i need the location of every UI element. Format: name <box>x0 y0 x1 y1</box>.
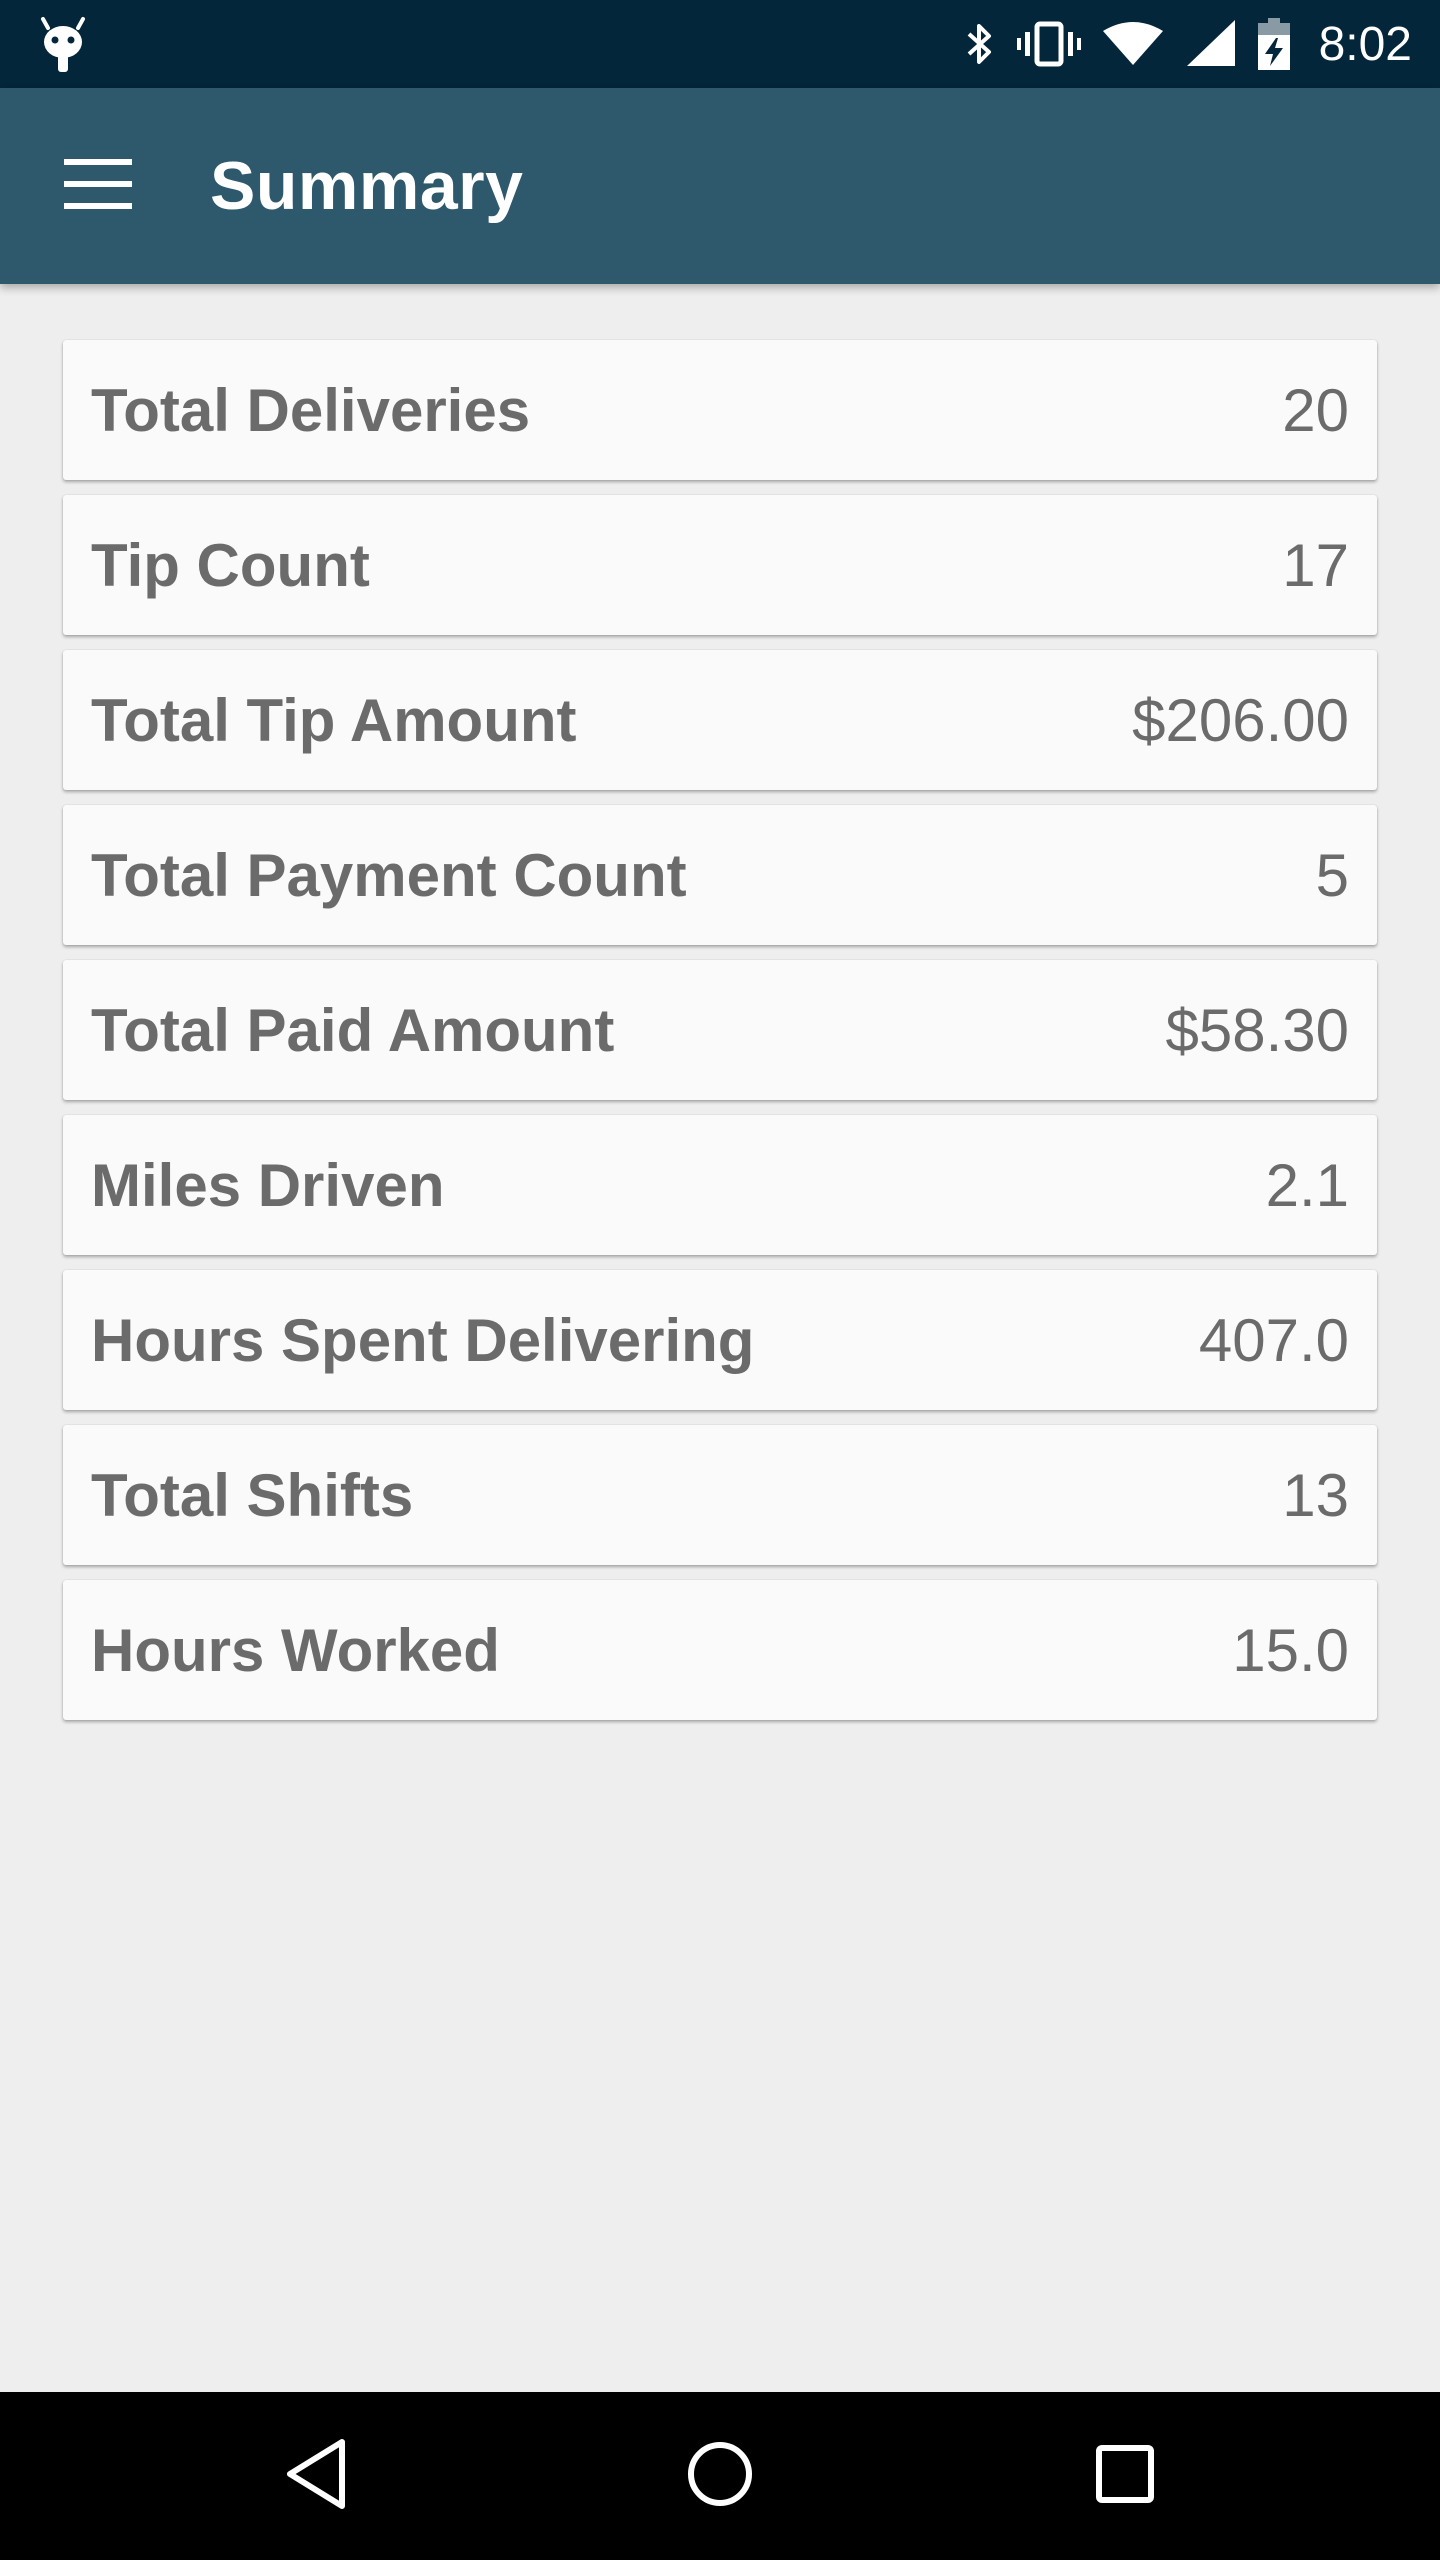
row-value: 407.0 <box>1198 1306 1349 1374</box>
vibrate-icon <box>1016 20 1081 68</box>
row-label: Tip Count <box>91 531 370 599</box>
row-value: $206.00 <box>1132 686 1349 754</box>
menu-button[interactable] <box>50 142 146 230</box>
row-label: Total Shifts <box>91 1461 414 1529</box>
row-value: 5 <box>1315 841 1349 909</box>
row-value: $58.30 <box>1165 996 1349 1064</box>
bluetooth-icon <box>965 20 995 68</box>
row-label: Hours Spent Delivering <box>91 1306 755 1374</box>
cell-signal-icon <box>1185 20 1235 68</box>
row-label: Total Deliveries <box>91 376 531 444</box>
row-value: 2.1 <box>1265 1151 1349 1219</box>
home-button[interactable] <box>620 2392 820 2560</box>
summary-row-total-payment-count[interactable]: Total Payment Count 5 <box>63 805 1377 945</box>
navigation-bar <box>0 2392 1440 2560</box>
row-label: Hours Worked <box>91 1616 500 1684</box>
summary-row-total-deliveries[interactable]: Total Deliveries 20 <box>63 340 1377 480</box>
summary-row-miles-driven[interactable]: Miles Driven 2.1 <box>63 1115 1377 1255</box>
row-value: 20 <box>1282 376 1349 444</box>
row-label: Miles Driven <box>91 1151 445 1219</box>
row-label: Total Paid Amount <box>91 996 615 1064</box>
status-icons: 8:02 <box>965 0 1412 88</box>
row-value: 17 <box>1282 531 1349 599</box>
recents-icon <box>1095 2444 1155 2509</box>
status-time: 8:02 <box>1318 17 1412 71</box>
battery-charging-icon <box>1257 18 1291 70</box>
screen: 8:02 Summary Total Deliveries 20 Tip Cou… <box>0 0 1440 2560</box>
summary-row-hours-worked[interactable]: Hours Worked 15.0 <box>63 1580 1377 1720</box>
row-label: Total Tip Amount <box>91 686 577 754</box>
back-icon <box>284 2438 348 2515</box>
summary-row-total-tip-amount[interactable]: Total Tip Amount $206.00 <box>63 650 1377 790</box>
status-bar: 8:02 <box>0 0 1440 88</box>
wifi-icon <box>1102 21 1163 67</box>
recents-button[interactable] <box>1025 2392 1225 2560</box>
summary-row-total-shifts[interactable]: Total Shifts 13 <box>63 1425 1377 1565</box>
summary-row-hours-spent-delivering[interactable]: Hours Spent Delivering 407.0 <box>63 1270 1377 1410</box>
back-button[interactable] <box>216 2392 416 2560</box>
row-value: 15.0 <box>1232 1616 1349 1684</box>
app-bar: Summary <box>0 88 1440 284</box>
row-value: 13 <box>1282 1461 1349 1529</box>
home-icon <box>687 2441 753 2512</box>
row-label: Total Payment Count <box>91 841 687 909</box>
summary-row-total-paid-amount[interactable]: Total Paid Amount $58.30 <box>63 960 1377 1100</box>
page-title: Summary <box>210 148 524 224</box>
hamburger-menu-icon <box>64 158 132 214</box>
summary-row-tip-count[interactable]: Tip Count 17 <box>63 495 1377 635</box>
summary-list: Total Deliveries 20 Tip Count 17 Total T… <box>63 340 1377 1735</box>
android-debug-icon <box>38 16 88 72</box>
